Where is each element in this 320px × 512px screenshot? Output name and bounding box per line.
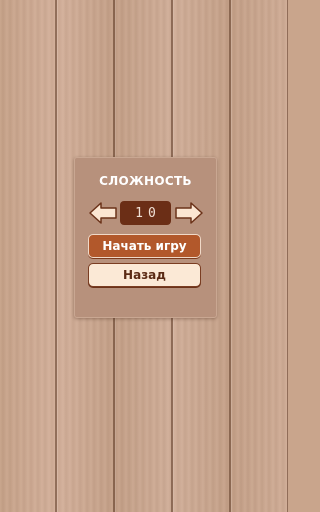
increase-level-button[interactable] bbox=[174, 202, 204, 224]
difficulty-dialog: СЛОЖНОСТЬ 10 Начать игру Назад bbox=[74, 157, 217, 318]
arrow-right-icon bbox=[175, 202, 203, 224]
decrease-level-button[interactable] bbox=[88, 202, 118, 224]
dialog-title: СЛОЖНОСТЬ bbox=[99, 174, 192, 188]
back-button[interactable]: Назад bbox=[88, 263, 201, 287]
level-display: 10 bbox=[120, 201, 171, 225]
start-game-button[interactable]: Начать игру bbox=[88, 234, 201, 258]
arrow-left-icon bbox=[89, 202, 117, 224]
